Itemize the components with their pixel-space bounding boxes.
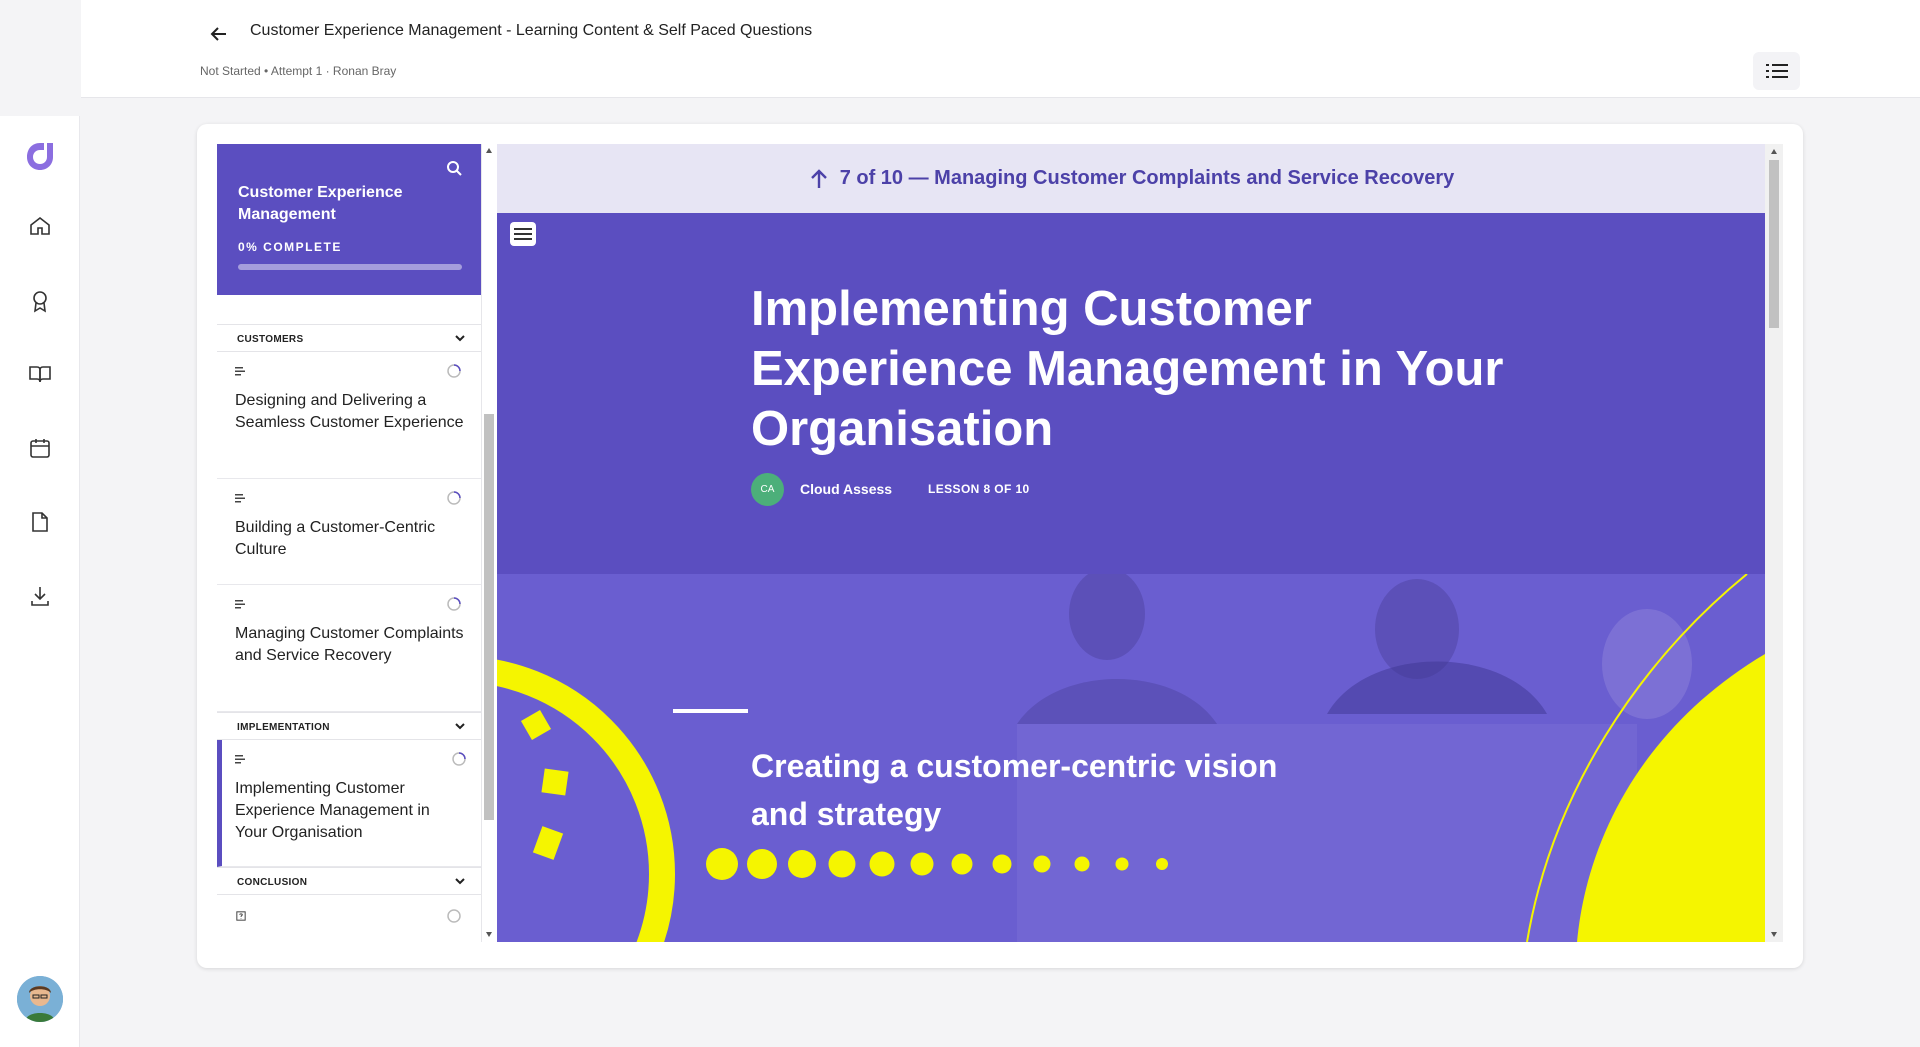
chevron-down-icon [455,723,465,730]
outline-menu-button[interactable] [1753,52,1800,90]
section-label: IMPLEMENTATION [237,722,330,733]
author-avatar: CA [751,473,784,506]
status-circle-icon [447,364,461,378]
calendar-icon[interactable] [26,434,54,462]
quiz-icon [236,911,246,921]
previous-lesson-link[interactable]: 7 of 10 — Managing Customer Complaints a… [497,144,1765,213]
text-lesson-icon [235,600,245,609]
section-label: CONCLUSION [237,877,308,888]
back-arrow-icon[interactable] [205,20,233,48]
quiz-item[interactable] [217,895,481,942]
previous-lesson-label: 7 of 10 — Managing Customer Complaints a… [839,167,1455,189]
section-conclusion[interactable]: CONCLUSION [217,867,481,895]
lesson-item-label: Managing Customer Complaints and Service… [235,625,464,664]
section-label: CUSTOMERS [237,334,304,345]
status-circle-icon [447,597,461,611]
sidebar-scroll-thumb[interactable] [484,414,494,820]
content-scroll-thumb[interactable] [1769,160,1779,328]
progress-bar [238,264,462,270]
section-customers[interactable]: CUSTOMERS [217,324,481,352]
lesson-item[interactable]: Designing and Delivering a Seamless Cust… [217,352,481,479]
attempt-status: Not Started • Attempt 1 · Ronan Bray [200,64,397,78]
status-circle-icon [447,909,461,923]
course-title: Customer Experience Management [238,184,403,223]
banner-heading: Creating a customer-centric vision and s… [751,748,1278,832]
book-icon[interactable] [26,360,54,388]
lesson-item-active[interactable]: Implementing Customer Experience Managem… [217,740,481,867]
scroll-up-arrow-icon[interactable] [1771,149,1777,154]
lesson-hero: Implementing Customer Experience Managem… [497,213,1765,574]
lesson-counter: LESSON 8 OF 10 [928,482,1030,496]
content-scrollbar[interactable] [1765,144,1783,942]
home-icon[interactable] [26,212,54,240]
lesson-item-label: Implementing Customer Experience Managem… [235,780,430,841]
lesson-item-label: Designing and Delivering a Seamless Cust… [235,392,464,431]
app-rail [0,0,80,1047]
search-icon[interactable] [442,156,466,180]
logo-icon[interactable] [22,139,58,175]
top-header: Customer Experience Management - Learnin… [81,0,1920,98]
scroll-up-arrow-icon[interactable] [486,148,492,153]
user-avatar[interactable] [17,976,63,1022]
hamburger-menu-icon[interactable] [510,222,536,246]
course-header: Customer Experience Management 0% COMPLE… [217,144,481,295]
banner-divider [673,709,748,713]
sidebar-scrollbar[interactable] [483,144,495,942]
page-title: Customer Experience Management - Learnin… [250,22,813,39]
text-lesson-icon [235,755,245,764]
chevron-down-icon [455,878,465,885]
course-outline-sidebar: Customer Experience Management 0% COMPLE… [217,144,482,942]
download-icon[interactable] [26,582,54,610]
author-name: Cloud Assess [800,481,893,497]
status-circle-icon [447,491,461,505]
scroll-down-arrow-icon[interactable] [486,932,492,937]
award-icon[interactable] [26,287,54,315]
arrow-up-icon [810,168,827,188]
rail-top-area [0,0,80,116]
progress-label: 0% COMPLETE [238,240,342,254]
text-lesson-icon [235,494,245,503]
document-icon[interactable] [26,508,54,536]
section-implementation[interactable]: IMPLEMENTATION [217,712,481,740]
text-lesson-icon [235,367,245,376]
lesson-content: 7 of 10 — Managing Customer Complaints a… [497,144,1765,942]
lesson-banner-image: Creating a customer-centric vision and s… [497,574,1765,942]
chevron-down-icon [455,335,465,342]
lesson-item-label: Building a Customer-Centric Culture [235,519,436,558]
status-circle-icon [452,752,466,766]
lesson-item[interactable]: Building a Customer-Centric Culture [217,479,481,585]
lesson-title: Implementing Customer Experience Managem… [751,282,1504,456]
lesson-item[interactable]: Managing Customer Complaints and Service… [217,585,481,712]
scroll-down-arrow-icon[interactable] [1771,932,1777,937]
